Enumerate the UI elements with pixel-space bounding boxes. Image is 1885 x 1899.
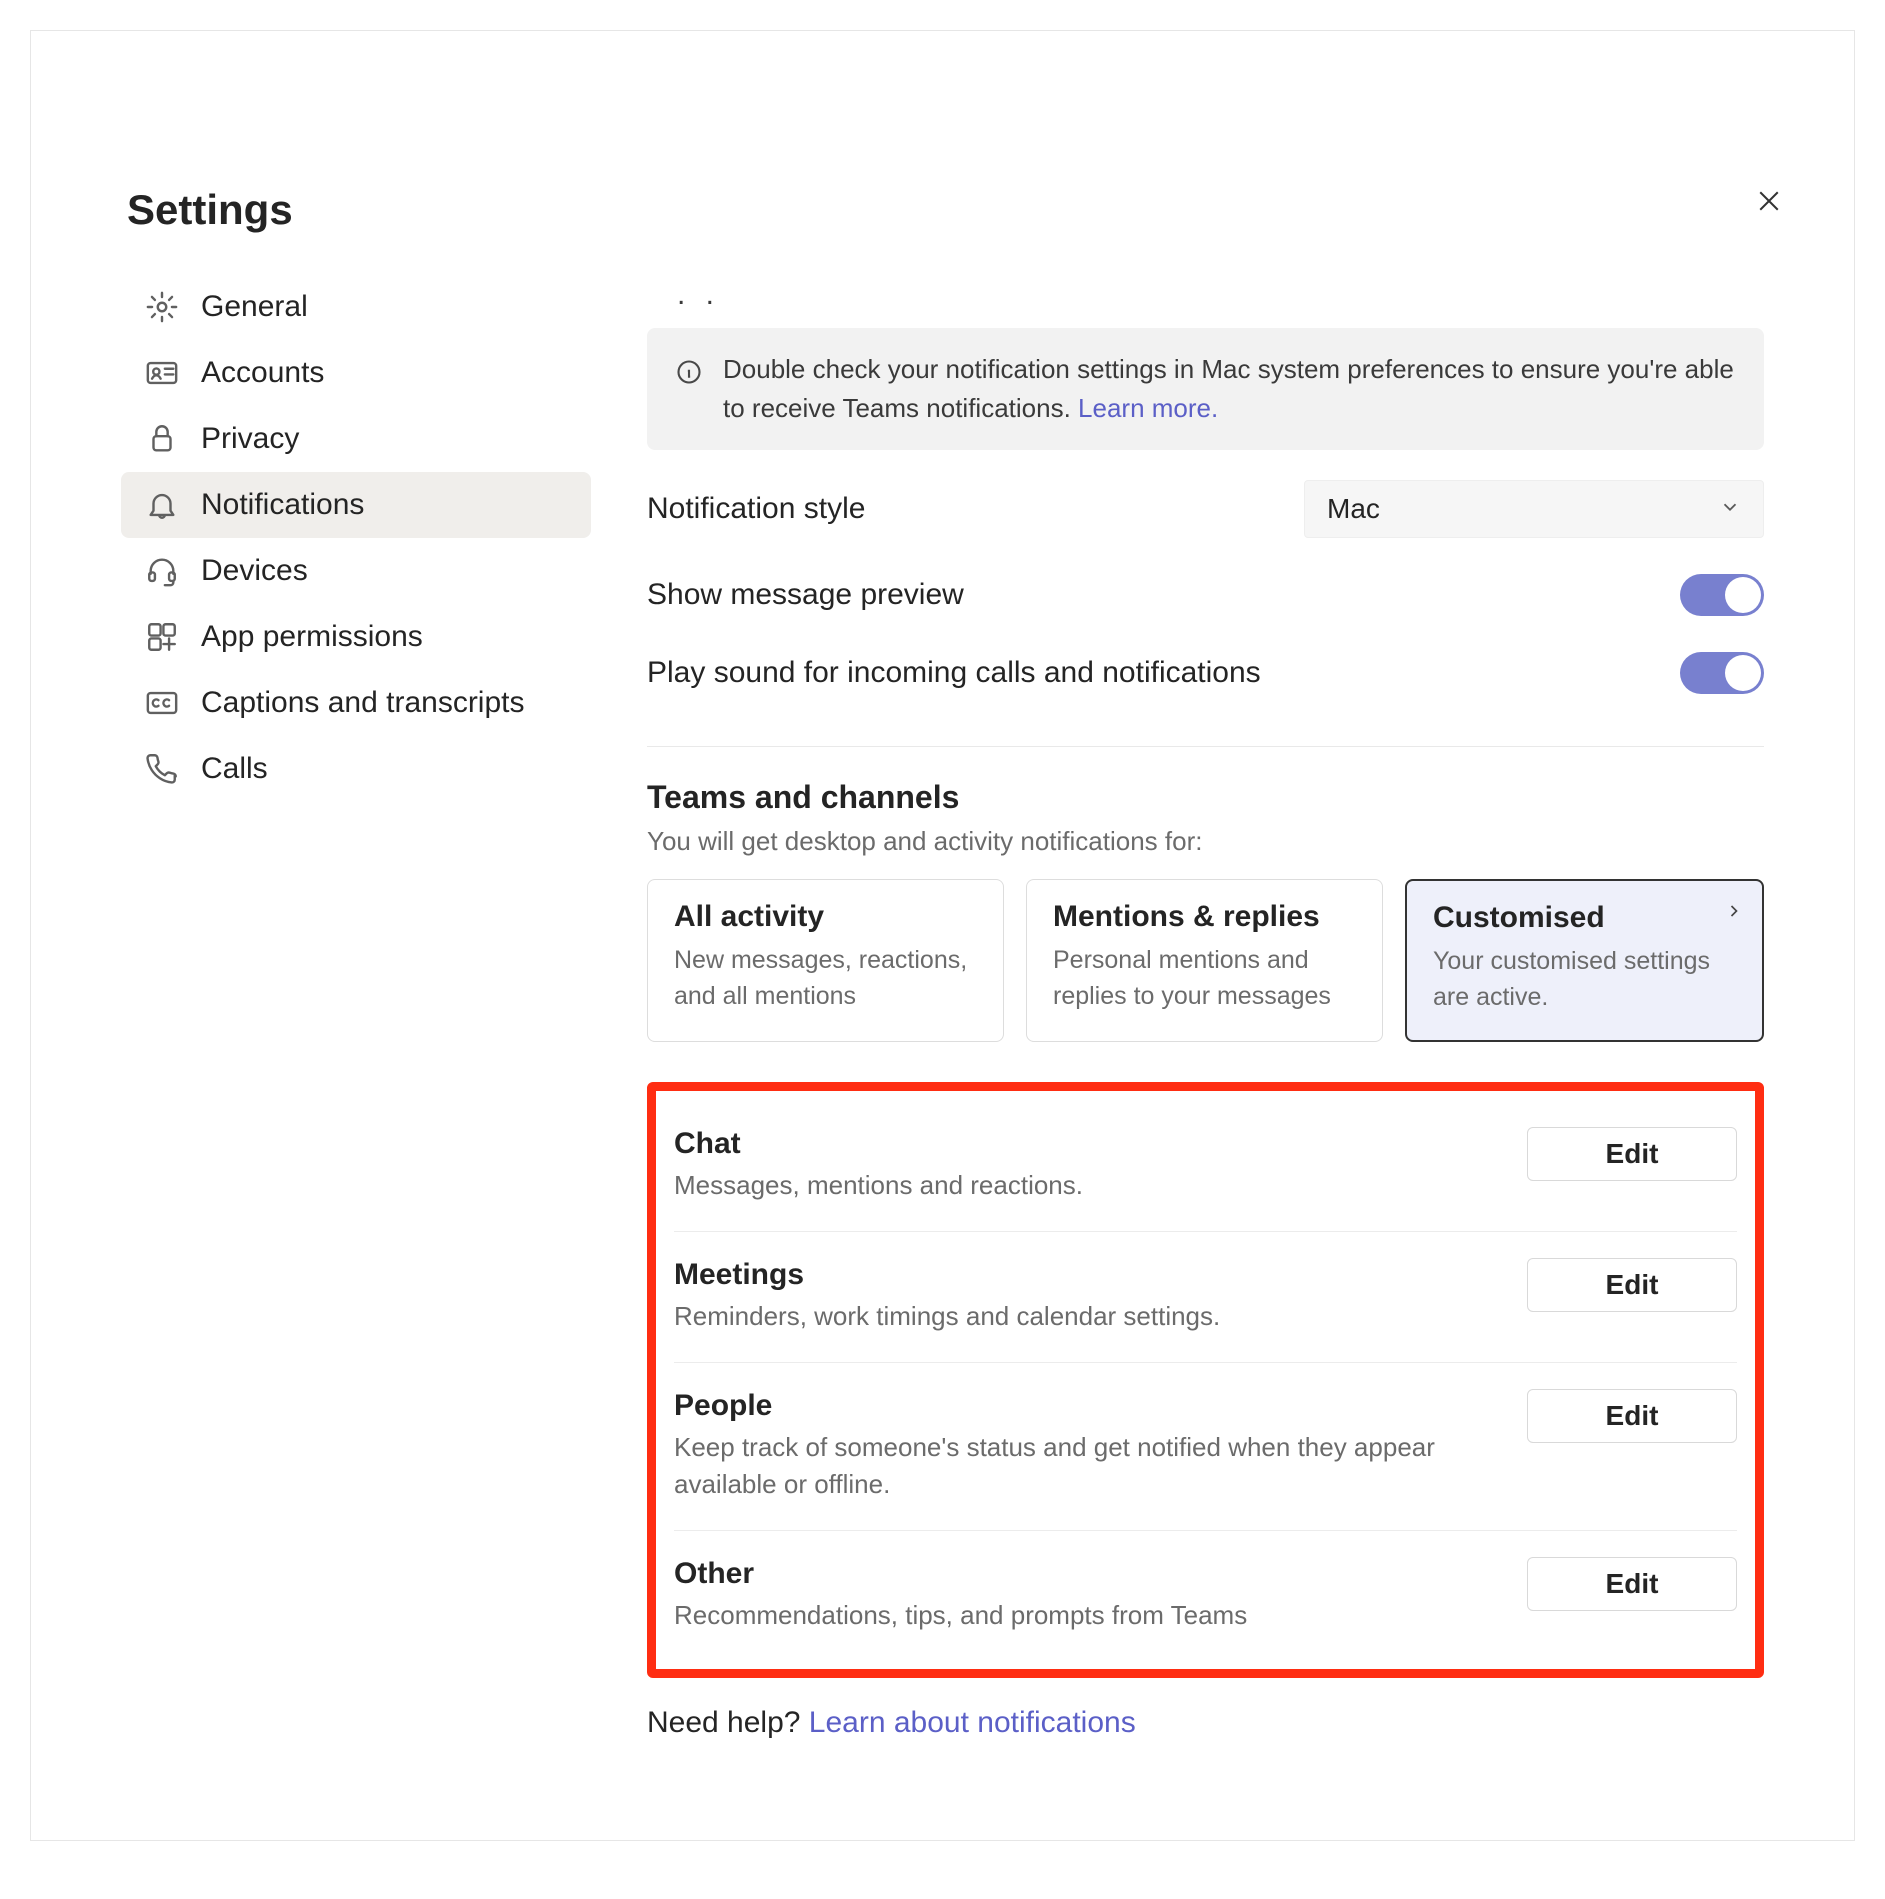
- notifications-panel: . . Double check your notification setti…: [647, 274, 1764, 1770]
- banner-text: Double check your notification settings …: [723, 354, 1734, 423]
- edit-row-chat: Chat Messages, mentions and reactions. E…: [674, 1101, 1737, 1232]
- edit-row-title: Chat: [674, 1127, 1083, 1161]
- edit-chat-button[interactable]: Edit: [1527, 1127, 1737, 1181]
- edit-meetings-button[interactable]: Edit: [1527, 1258, 1737, 1312]
- sidebar-item-calls[interactable]: Calls: [121, 736, 591, 802]
- headset-icon: [145, 554, 179, 588]
- chevron-right-icon: [1724, 901, 1744, 926]
- lock-icon: [145, 422, 179, 456]
- notification-style-label: Notification style: [647, 492, 865, 526]
- bell-icon: [145, 488, 179, 522]
- id-card-icon: [145, 356, 179, 390]
- edit-row-people: People Keep track of someone's status an…: [674, 1363, 1737, 1531]
- sidebar-item-label: Notifications: [201, 488, 364, 522]
- card-title: All activity: [674, 900, 977, 934]
- sidebar-item-label: Captions and transcripts: [201, 686, 525, 720]
- sidebar-item-general[interactable]: General: [121, 274, 591, 340]
- edit-row-desc: Recommendations, tips, and prompts from …: [674, 1597, 1247, 1633]
- card-desc: Your customised settings are active.: [1433, 943, 1736, 1016]
- edit-row-desc: Messages, mentions and reactions.: [674, 1167, 1083, 1203]
- close-button[interactable]: [1754, 186, 1784, 221]
- learn-about-notifications-link[interactable]: Learn about notifications: [809, 1706, 1136, 1739]
- edit-other-button[interactable]: Edit: [1527, 1557, 1737, 1611]
- sidebar-item-label: General: [201, 290, 308, 324]
- preset-card-all-activity[interactable]: All activity New messages, reactions, an…: [647, 879, 1004, 1042]
- preset-card-mentions[interactable]: Mentions & replies Personal mentions and…: [1026, 879, 1383, 1042]
- overflow-indicator: . .: [677, 278, 1764, 312]
- edit-row-meetings: Meetings Reminders, work timings and cal…: [674, 1232, 1737, 1363]
- sidebar-item-label: Privacy: [201, 422, 299, 456]
- info-icon: [675, 358, 703, 397]
- sidebar-item-label: Devices: [201, 554, 308, 588]
- sidebar-item-app-permissions[interactable]: App permissions: [121, 604, 591, 670]
- sidebar-item-label: Calls: [201, 752, 268, 786]
- banner-learn-more-link[interactable]: Learn more.: [1078, 393, 1218, 423]
- card-title: Mentions & replies: [1053, 900, 1356, 934]
- sidebar-item-devices[interactable]: Devices: [121, 538, 591, 604]
- help-line: Need help? Learn about notifications: [647, 1706, 1764, 1740]
- edit-row-desc: Keep track of someone's status and get n…: [674, 1429, 1484, 1502]
- teams-section-title: Teams and channels: [647, 779, 1764, 816]
- sidebar-item-privacy[interactable]: Privacy: [121, 406, 591, 472]
- sidebar-item-notifications[interactable]: Notifications: [121, 472, 591, 538]
- sidebar-item-label: Accounts: [201, 356, 324, 390]
- sidebar-item-label: App permissions: [201, 620, 423, 654]
- settings-sidebar: General Accounts Privacy Notifications: [121, 274, 591, 1770]
- page-title: Settings: [127, 186, 1764, 234]
- sidebar-item-captions[interactable]: Captions and transcripts: [121, 670, 591, 736]
- card-title: Customised: [1433, 901, 1736, 935]
- edit-row-desc: Reminders, work timings and calendar set…: [674, 1298, 1220, 1334]
- edit-people-button[interactable]: Edit: [1527, 1389, 1737, 1443]
- settings-window: Settings General Accounts Privacy: [30, 30, 1855, 1841]
- edit-row-title: Other: [674, 1557, 1247, 1591]
- sidebar-item-accounts[interactable]: Accounts: [121, 340, 591, 406]
- edit-row-other: Other Recommendations, tips, and prompts…: [674, 1531, 1737, 1661]
- edit-row-title: Meetings: [674, 1258, 1220, 1292]
- phone-icon: [145, 752, 179, 786]
- card-desc: New messages, reactions, and all mention…: [674, 942, 977, 1015]
- notification-style-dropdown[interactable]: Mac: [1304, 480, 1764, 538]
- card-desc: Personal mentions and replies to your me…: [1053, 942, 1356, 1015]
- apps-icon: [145, 620, 179, 654]
- message-preview-label: Show message preview: [647, 578, 964, 612]
- message-preview-toggle[interactable]: [1680, 574, 1764, 616]
- gear-icon: [145, 290, 179, 324]
- dropdown-selected-value: Mac: [1327, 493, 1380, 525]
- edit-row-title: People: [674, 1389, 1484, 1423]
- captions-icon: [145, 686, 179, 720]
- system-pref-banner: Double check your notification settings …: [647, 328, 1764, 450]
- section-divider: [647, 746, 1764, 747]
- play-sound-label: Play sound for incoming calls and notifi…: [647, 656, 1261, 690]
- teams-section-subtitle: You will get desktop and activity notifi…: [647, 826, 1764, 857]
- chevron-down-icon: [1719, 493, 1741, 525]
- highlighted-edit-sections: Chat Messages, mentions and reactions. E…: [647, 1082, 1764, 1679]
- play-sound-toggle[interactable]: [1680, 652, 1764, 694]
- preset-card-customised[interactable]: Customised Your customised settings are …: [1405, 879, 1764, 1042]
- help-prefix: Need help?: [647, 1706, 809, 1739]
